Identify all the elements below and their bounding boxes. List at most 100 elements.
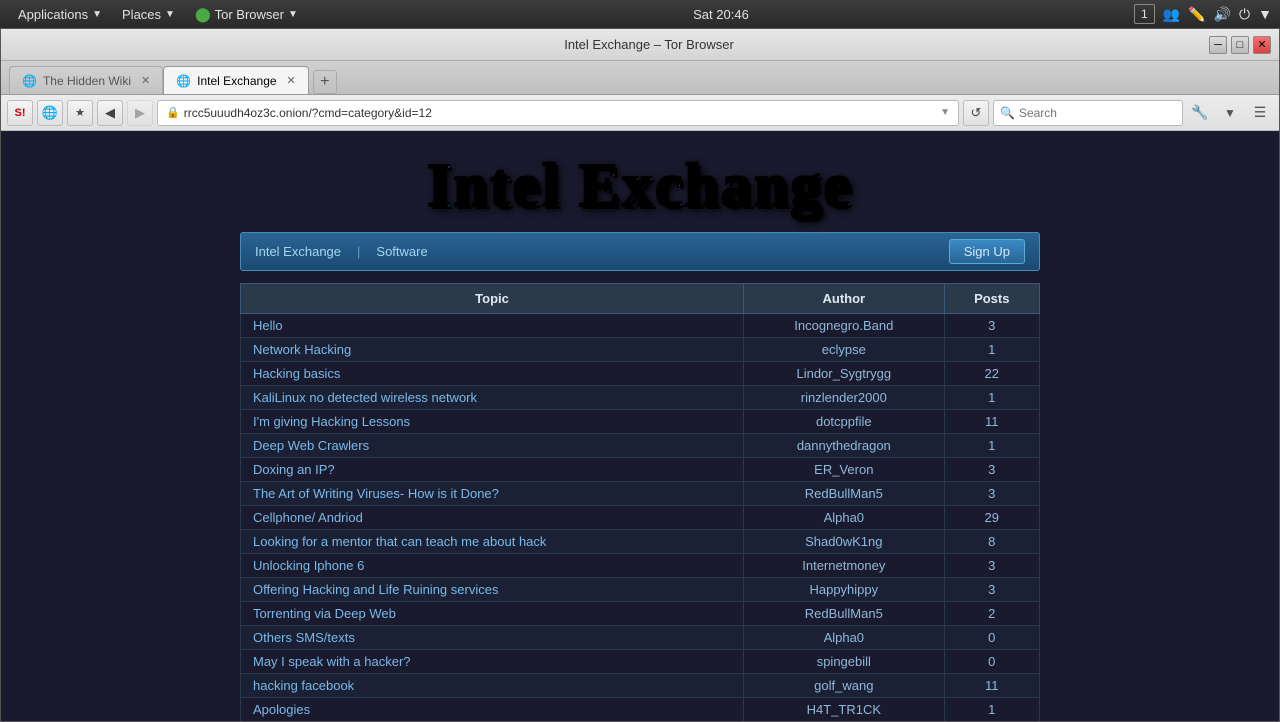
table-cell-author: Internetmoney bbox=[744, 554, 944, 578]
volume-icon[interactable]: 🔊 bbox=[1214, 6, 1231, 23]
table-cell-topic[interactable]: KaliLinux no detected wireless network bbox=[241, 386, 744, 410]
table-cell-topic[interactable]: Torrenting via Deep Web bbox=[241, 602, 744, 626]
forum-table: Topic Author Posts HelloIncognegro.Band3… bbox=[240, 283, 1040, 721]
maximize-button[interactable]: □ bbox=[1231, 36, 1249, 54]
table-cell-topic[interactable]: Network Hacking bbox=[241, 338, 744, 362]
users-icon[interactable]: 👥 bbox=[1163, 6, 1180, 23]
tab-favicon-intel: 🌐 bbox=[176, 74, 191, 88]
table-row: May I speak with a hacker?spingebill0 bbox=[241, 650, 1040, 674]
tor-icon: ⬤ bbox=[195, 6, 211, 23]
nav-intel-exchange[interactable]: Intel Exchange bbox=[255, 244, 341, 259]
system-arrow-icon[interactable]: ▼ bbox=[1258, 6, 1272, 22]
url-lock-icon: 🔒 bbox=[166, 106, 180, 119]
table-cell-posts: 3 bbox=[944, 482, 1039, 506]
tor-browser-menu[interactable]: ⬤ Tor Browser ▼ bbox=[185, 3, 308, 26]
places-menu[interactable]: Places ▼ bbox=[112, 4, 185, 25]
nav-software[interactable]: Software bbox=[376, 244, 427, 259]
table-row: The Art of Writing Viruses- How is it Do… bbox=[241, 482, 1040, 506]
table-cell-topic[interactable]: Doxing an IP? bbox=[241, 458, 744, 482]
nav-bookmark-button[interactable]: ★ bbox=[67, 100, 93, 126]
table-cell-author: RedBullMan5 bbox=[744, 602, 944, 626]
table-cell-author: Alpha0 bbox=[744, 626, 944, 650]
search-input[interactable] bbox=[1019, 106, 1176, 120]
table-cell-topic[interactable]: Hacking basics bbox=[241, 362, 744, 386]
places-label: Places bbox=[122, 7, 161, 22]
table-row: Network Hackingeclypse1 bbox=[241, 338, 1040, 362]
table-cell-posts: 1 bbox=[944, 434, 1039, 458]
notification-icon[interactable]: 1 bbox=[1134, 4, 1155, 24]
table-cell-author: Happyhippy bbox=[744, 578, 944, 602]
table-cell-author: spingebill bbox=[744, 650, 944, 674]
table-cell-author: Shad0wK1ng bbox=[744, 530, 944, 554]
system-bar-left: Applications ▼ Places ▼ ⬤ Tor Browser ▼ bbox=[8, 3, 308, 26]
signup-button[interactable]: Sign Up bbox=[949, 239, 1025, 264]
site-logo: Intel Exchange bbox=[427, 151, 853, 222]
close-button[interactable]: ✕ bbox=[1253, 36, 1271, 54]
table-row: Cellphone/ AndriodAlpha029 bbox=[241, 506, 1040, 530]
table-cell-author: H4T_TR1CK bbox=[744, 698, 944, 722]
back-button[interactable]: ◀ bbox=[97, 100, 123, 126]
tab-close-hidden-wiki[interactable]: ✕ bbox=[141, 74, 150, 87]
browser-title: Intel Exchange – Tor Browser bbox=[89, 37, 1209, 52]
system-tray: 1 👥 ✏️ 🔊 ⏻ ▼ bbox=[1134, 4, 1272, 24]
table-cell-posts: 0 bbox=[944, 626, 1039, 650]
col-author: Author bbox=[744, 284, 944, 314]
table-cell-author: ER_Veron bbox=[744, 458, 944, 482]
forward-button[interactable]: ▶ bbox=[127, 100, 153, 126]
col-topic: Topic bbox=[241, 284, 744, 314]
table-cell-topic[interactable]: Offering Hacking and Life Ruining servic… bbox=[241, 578, 744, 602]
table-cell-posts: 11 bbox=[944, 674, 1039, 698]
table-cell-topic[interactable]: Unlocking Iphone 6 bbox=[241, 554, 744, 578]
minimize-button[interactable]: ─ bbox=[1209, 36, 1227, 54]
table-cell-posts: 8 bbox=[944, 530, 1039, 554]
table-row: HelloIncognegro.Band3 bbox=[241, 314, 1040, 338]
table-cell-posts: 3 bbox=[944, 458, 1039, 482]
edit-icon[interactable]: ✏️ bbox=[1188, 6, 1205, 23]
url-bar[interactable]: 🔒 rrcc5uuudh4oz3c.onion/?cmd=category&id… bbox=[157, 100, 959, 126]
menu-button[interactable]: ☰ bbox=[1247, 100, 1273, 126]
table-row: Torrenting via Deep WebRedBullMan52 bbox=[241, 602, 1040, 626]
table-cell-topic[interactable]: Looking for a mentor that can teach me a… bbox=[241, 530, 744, 554]
system-clock: Sat 20:46 bbox=[693, 7, 749, 22]
table-cell-topic[interactable]: Others SMS/texts bbox=[241, 626, 744, 650]
table-cell-posts: 1 bbox=[944, 698, 1039, 722]
table-cell-topic[interactable]: May I speak with a hacker? bbox=[241, 650, 744, 674]
table-cell-topic[interactable]: The Art of Writing Viruses- How is it Do… bbox=[241, 482, 744, 506]
tor-arrow: ▼ bbox=[288, 9, 298, 20]
tor-browser-label: Tor Browser bbox=[215, 7, 284, 22]
table-body: HelloIncognegro.Band3Network Hackingecly… bbox=[241, 314, 1040, 722]
table-cell-topic[interactable]: Apologies bbox=[241, 698, 744, 722]
places-arrow: ▼ bbox=[165, 9, 175, 20]
table-cell-posts: 11 bbox=[944, 410, 1039, 434]
tab-close-intel[interactable]: ✕ bbox=[287, 74, 296, 87]
site-nav-links: Intel Exchange | Software bbox=[255, 244, 428, 259]
tab-label-intel: Intel Exchange bbox=[197, 74, 276, 88]
table-row: hacking facebookgolf_wang11 bbox=[241, 674, 1040, 698]
table-cell-topic[interactable]: Hello bbox=[241, 314, 744, 338]
url-dropdown-icon[interactable]: ▼ bbox=[940, 107, 950, 118]
nav-stylish-button[interactable]: S! bbox=[7, 100, 33, 126]
tab-hidden-wiki[interactable]: 🌐 The Hidden Wiki ✕ bbox=[9, 66, 163, 94]
tab-intel-exchange[interactable]: 🌐 Intel Exchange ✕ bbox=[163, 66, 309, 94]
table-cell-topic[interactable]: Deep Web Crawlers bbox=[241, 434, 744, 458]
applications-label: Applications bbox=[18, 7, 88, 22]
nav-home-button[interactable]: 🌐 bbox=[37, 100, 63, 126]
power-icon[interactable]: ⏻ bbox=[1239, 6, 1250, 23]
reload-button[interactable]: ↺ bbox=[963, 100, 989, 126]
tools-button[interactable]: 🔧 bbox=[1187, 100, 1213, 126]
table-cell-posts: 1 bbox=[944, 338, 1039, 362]
new-tab-button[interactable]: + bbox=[313, 70, 337, 94]
table-cell-topic[interactable]: hacking facebook bbox=[241, 674, 744, 698]
nav-bar: S! 🌐 ★ ◀ ▶ 🔒 rrcc5uuudh4oz3c.onion/?cmd=… bbox=[1, 95, 1279, 131]
table-cell-posts: 3 bbox=[944, 314, 1039, 338]
table-row: Unlocking Iphone 6Internetmoney3 bbox=[241, 554, 1040, 578]
table-cell-author: Incognegro.Band bbox=[744, 314, 944, 338]
applications-arrow: ▼ bbox=[92, 9, 102, 20]
col-posts: Posts bbox=[944, 284, 1039, 314]
table-cell-topic[interactable]: I'm giving Hacking Lessons bbox=[241, 410, 744, 434]
tab-bar: 🌐 The Hidden Wiki ✕ 🌐 Intel Exchange ✕ + bbox=[1, 61, 1279, 95]
applications-menu[interactable]: Applications ▼ bbox=[8, 4, 112, 25]
filter-button[interactable]: ▼ bbox=[1217, 100, 1243, 126]
table-cell-author: Lindor_Sygtrygg bbox=[744, 362, 944, 386]
table-cell-topic[interactable]: Cellphone/ Andriod bbox=[241, 506, 744, 530]
